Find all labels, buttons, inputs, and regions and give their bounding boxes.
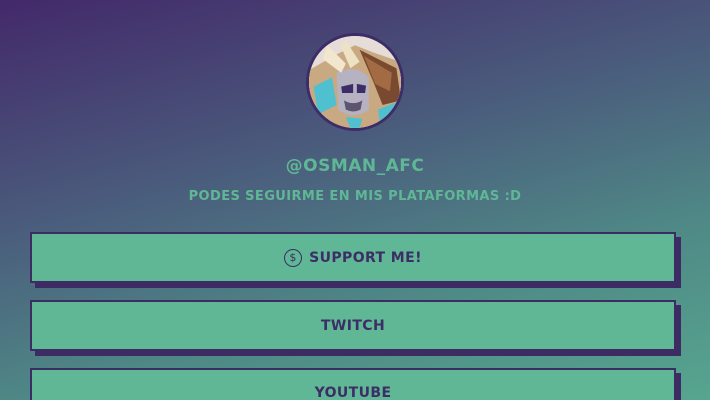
- youtube-button[interactable]: YouTube: [30, 368, 676, 400]
- youtube-label: YouTube: [314, 385, 392, 400]
- profile-handle: @osman_afc: [285, 156, 425, 176]
- support-me-label: Support me!: [309, 249, 422, 266]
- twitch-label: Twitch: [320, 317, 386, 334]
- linktree-page: @osman_afc Podes seguirme en mis platafo…: [0, 0, 710, 400]
- dollar-coin-icon: $: [284, 248, 303, 267]
- support-me-button[interactable]: $ Support me!: [30, 232, 676, 283]
- profile-subtitle: Podes seguirme en mis plataformas :D: [188, 189, 522, 204]
- avatar-portrait-image: [309, 36, 401, 128]
- twitch-button[interactable]: Twitch: [30, 300, 676, 351]
- profile-avatar: [306, 33, 404, 131]
